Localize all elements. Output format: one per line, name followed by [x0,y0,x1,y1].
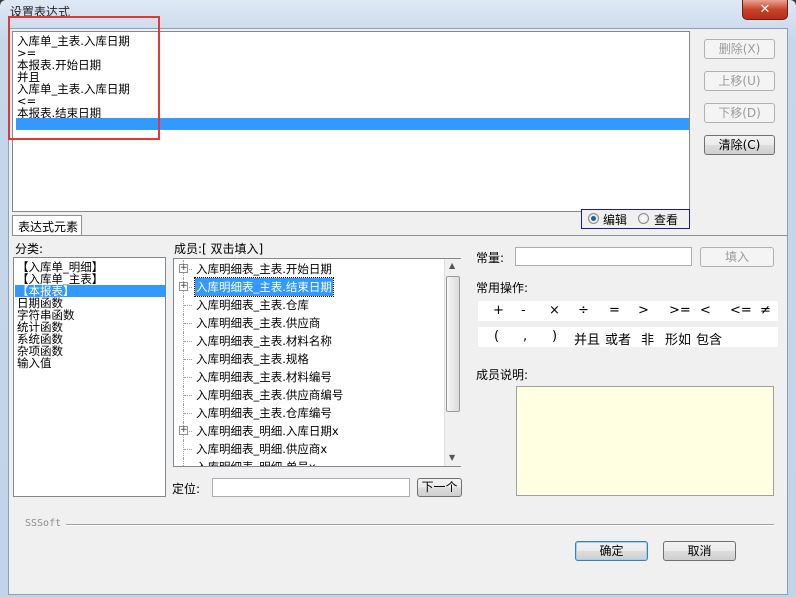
tree-item-label[interactable]: 入库明细表_明细.供应商x [195,440,328,458]
tree-branch-line [184,305,192,306]
close-button[interactable]: ✕ [742,0,788,20]
tree-item[interactable]: 入库明细表_主表.仓库编号 [174,404,446,422]
tree-item[interactable]: 入库明细表_主表.材料名称 [174,332,446,350]
expand-plus-icon[interactable]: + [179,426,188,435]
move-up-button[interactable]: 上移(U) [704,71,775,91]
footer-separator [66,524,774,526]
view-radio-label[interactable]: 查看 [654,211,678,228]
operator-button[interactable]: 或者 [605,329,631,348]
delete-button[interactable]: 删除(X) [704,39,775,59]
member-tree-scrollbar[interactable]: ▲ ▼ [444,259,461,466]
edit-radio-label[interactable]: 编辑 [603,211,627,228]
operator-button[interactable]: , [523,329,527,344]
operator-button[interactable]: = [609,303,620,318]
tab-divider [12,235,788,236]
brand-text: SSSoft [25,518,62,529]
operator-button[interactable]: ÷ [578,303,589,318]
operators-label: 常用操作: [476,281,529,295]
operator-button[interactable]: ( [494,329,499,344]
tree-item[interactable]: 入库明细表_主表.供应商编号 [174,386,446,404]
tree-branch-line [184,377,192,378]
edit-radio[interactable] [588,213,599,224]
constant-label: 常量: [476,251,505,265]
operator-button[interactable]: - [521,303,526,318]
expand-plus-icon[interactable]: + [179,282,188,291]
operator-button[interactable]: 并且 [574,329,600,348]
tree-item-label[interactable]: 入库明细表_主表.材料编号 [195,368,333,386]
constant-input[interactable] [515,247,692,266]
clear-button[interactable]: 清除(C) [704,135,775,155]
tree-item-label[interactable]: 入库明细表_主表.仓库 [195,296,310,314]
operator-button[interactable]: 形如 [665,329,691,348]
category-label: 分类: [15,242,44,256]
tab-label: 表达式元素 [18,220,79,234]
tree-item[interactable]: 入库明细表_主表.规格 [174,350,446,368]
expand-plus-icon[interactable]: + [179,264,188,273]
scroll-down-arrow-icon[interactable]: ▼ [449,453,455,462]
tree-branch-line [184,395,192,396]
tree-item-label[interactable]: 入库明细表_主表.仓库编号 [195,404,333,422]
member-description-box [516,386,774,496]
tree-item[interactable]: + 入库明细表_主表.结束日期 [174,277,446,297]
tree-item[interactable]: 入库明细表_主表.材料编号 [174,368,446,386]
next-button[interactable]: 下一个 [417,478,462,497]
member-tree[interactable]: + 入库明细表_主表.开始日期 + 入库明细表_主表.结束日期 入库明细表_主表.仓库入… [173,258,461,467]
locate-input[interactable] [212,478,410,497]
highlight-annotation-box [8,16,160,140]
operator-button[interactable]: > [638,303,649,318]
tree-item-label[interactable]: 入库明细表_主表.规格 [195,350,310,368]
tree-item-label[interactable]: 入库明细表_主表.材料名称 [195,332,333,350]
category-item[interactable]: 输入值 [17,357,52,369]
tree-branch-line [184,449,192,450]
tree-item[interactable]: 入库明细表_明细.供应商x [174,440,446,458]
operator-button[interactable]: ≠ [760,303,771,318]
mode-radio-group: 编辑 查看 [581,209,690,229]
tree-item-label[interactable]: 入库明细表_明细.单号x [195,458,317,466]
tree-item[interactable]: + 入库明细表_明细.入库日期x [174,422,446,440]
cancel-button[interactable]: 取消 [663,541,736,561]
tree-item[interactable]: 入库明细表_明细.单号x [174,458,446,466]
category-list[interactable]: 【入库单_明细】 【入库单_主表】 【本报表】 日期函数 字符串函数 统计函数 … [13,257,166,497]
ok-button[interactable]: 确定 [575,541,648,561]
tree-item-label[interactable]: 入库明细表_主表.供应商 [195,314,321,332]
tree-branch-line [184,323,192,324]
tree-branch-line [184,341,192,342]
tree-branch-line [184,413,192,414]
move-down-button[interactable]: 下移(D) [704,103,775,123]
operator-row-2: (,) 并且 或者非形如 包含 [478,327,778,348]
tree-item[interactable]: 入库明细表_主表.仓库 [174,296,446,314]
operator-button[interactable]: ) [552,329,557,344]
operator-button[interactable]: <= [730,303,752,318]
tab-expression-elements[interactable]: 表达式元素 [12,215,82,235]
tree-branch-line [184,359,192,360]
tree-connector-line [183,458,185,466]
operator-button[interactable]: 非 [641,329,654,348]
tree-item-label[interactable]: 入库明细表_主表.开始日期 [195,260,333,278]
tree-item[interactable]: + 入库明细表_主表.开始日期 [174,260,446,278]
operator-row-1: + - × ÷ = > >= < <= ≠ [478,301,778,321]
fill-button[interactable]: 填入 [700,247,774,267]
operator-button[interactable]: < [700,303,711,318]
tree-item-label[interactable]: 入库明细表_明细.入库日期x [195,422,340,440]
operator-button[interactable]: >= [669,303,691,318]
operator-button[interactable]: + [493,303,504,318]
members-label: 成员:[ 双击填入] [174,242,264,256]
locate-label: 定位: [172,482,201,496]
operator-button[interactable]: × [549,303,560,318]
operator-button[interactable]: 包含 [696,329,722,348]
view-radio[interactable] [638,213,649,224]
tree-item[interactable]: 入库明细表_主表.供应商 [174,314,446,332]
scrollbar-thumb[interactable] [446,276,460,412]
tree-item-label[interactable]: 入库明细表_主表.结束日期 [194,277,334,297]
scroll-up-arrow-icon[interactable]: ▲ [449,261,455,270]
member-desc-label: 成员说明: [476,368,529,382]
tree-item-label[interactable]: 入库明细表_主表.供应商编号 [195,386,344,404]
